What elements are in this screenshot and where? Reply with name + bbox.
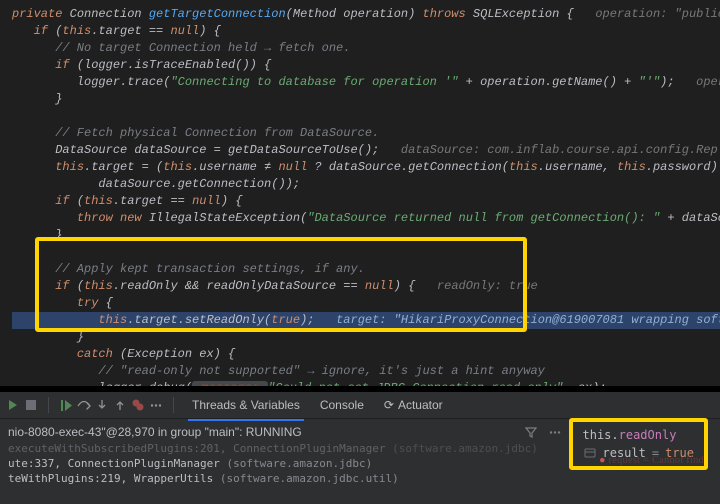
- code-line: if (this.readOnly && readOnlyDataSource …: [12, 278, 720, 295]
- execution-line: this.target.setReadOnly(true); target: "…: [12, 312, 720, 329]
- code-line: }: [12, 91, 720, 108]
- more-icon[interactable]: [149, 398, 163, 412]
- filter-icon[interactable]: [524, 425, 538, 439]
- tab-threads-vars[interactable]: Threads & Variables: [184, 394, 308, 416]
- thread-status[interactable]: nio-8080-exec-43"@28,970 in group "main"…: [8, 425, 302, 439]
- evaluate-expression-popup[interactable]: this.readOnly result = true ● request = …: [569, 418, 709, 470]
- code-line: throw new IllegalStateException("DataSou…: [12, 210, 720, 227]
- error-hint: ● request = Cannot find: [599, 455, 704, 466]
- stop-icon[interactable]: [24, 398, 38, 412]
- more-icon[interactable]: [548, 425, 562, 439]
- code-line: // Fetch physical Connection from DataSo…: [12, 125, 720, 142]
- code-line: // "read-only not supported" → ignore, i…: [12, 363, 720, 380]
- code-line: [12, 108, 720, 125]
- result-object-icon: [583, 446, 597, 460]
- tab-console[interactable]: Console: [312, 394, 372, 416]
- step-out-icon[interactable]: [113, 398, 127, 412]
- debug-panel: Threads & Variables Console ⟳Actuator ni…: [0, 392, 720, 504]
- code-line: if (this.target == null) {: [12, 23, 720, 40]
- code-line: catch (Exception ex) {: [12, 346, 720, 363]
- code-line: // No target Connection held → fetch one…: [12, 40, 720, 57]
- code-line: private Connection getTargetConnection(M…: [12, 6, 720, 23]
- code-line: if (this.target == null) {: [12, 193, 720, 210]
- view-breakpoints-icon[interactable]: [131, 398, 145, 412]
- evaluate-input[interactable]: this.readOnly: [583, 428, 695, 442]
- code-line: DataSource dataSource = getDataSourceToU…: [12, 142, 720, 159]
- code-line: dataSource.getConnection());: [12, 176, 720, 193]
- stack-frame[interactable]: teWithPlugins:219, WrapperUtils (softwar…: [8, 471, 720, 486]
- debug-toolbar: Threads & Variables Console ⟳Actuator: [0, 392, 720, 419]
- code-line: logger.debug( message: "Could not set JD…: [12, 380, 720, 386]
- resume-icon[interactable]: [59, 398, 73, 412]
- code-line: }: [12, 329, 720, 346]
- code-line: }: [12, 227, 720, 244]
- code-line: logger.trace("Connecting to database for…: [12, 74, 720, 91]
- step-into-icon[interactable]: [95, 398, 109, 412]
- rerun-icon[interactable]: [6, 398, 20, 412]
- code-line: try {: [12, 295, 720, 312]
- code-line: [12, 244, 720, 261]
- tab-actuator[interactable]: ⟳Actuator: [376, 394, 451, 416]
- code-editor[interactable]: private Connection getTargetConnection(M…: [0, 0, 720, 386]
- code-line: // Apply kept transaction settings, if a…: [12, 261, 720, 278]
- step-over-icon[interactable]: [77, 398, 91, 412]
- code-line: this.target = (this.username ≠ null ? da…: [12, 159, 720, 176]
- code-line: if (logger.isTraceEnabled()) {: [12, 57, 720, 74]
